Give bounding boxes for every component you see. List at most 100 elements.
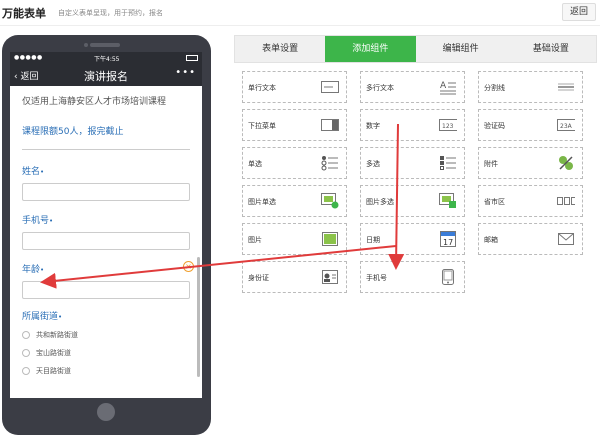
component-label: 图片单选	[248, 198, 276, 206]
radio-circle-icon	[22, 349, 30, 357]
component-label: 多行文本	[366, 84, 394, 92]
divider-icon	[557, 79, 575, 95]
component-image-checkbox[interactable]: 图片多选	[360, 185, 465, 217]
field-label-street: 所属街道•	[22, 309, 190, 322]
required-mark: •	[49, 217, 54, 225]
component-label: 单选	[248, 160, 262, 168]
radio-option[interactable]: 宝山路街道	[22, 348, 190, 358]
captcha-icon: 23A	[557, 117, 575, 133]
phone-nav-bar: ‹ 返回 演讲报名 •••	[10, 64, 202, 86]
component-dropdown[interactable]: 下拉菜单	[242, 109, 347, 141]
image-icon	[321, 231, 339, 247]
form-intro: 仅适用上海静安区人才市场培训课程	[22, 97, 167, 107]
component-label: 附件	[484, 160, 498, 168]
single-line-text-icon	[321, 79, 339, 95]
checkbox-list-icon	[439, 155, 457, 171]
component-label: 日期	[366, 236, 380, 244]
component-label: 多选	[366, 160, 380, 168]
radio-label: 共和新路街道	[36, 331, 78, 339]
required-mark: •	[40, 168, 45, 176]
radio-option[interactable]: 共和新路街道	[22, 330, 190, 340]
component-region[interactable]: 省市区	[478, 185, 583, 217]
component-label: 分割线	[484, 84, 505, 92]
number-icon: 123	[439, 117, 457, 133]
field-label-name: 姓名•	[22, 164, 190, 177]
page-subtitle: 自定义表单呈现，用于预约，报名	[58, 9, 163, 17]
top-bar: 万能表单 自定义表单呈现，用于预约，报名 返回	[0, 0, 600, 26]
tab-basic-settings[interactable]: 基础设置	[506, 36, 596, 62]
component-number[interactable]: 数字 123	[360, 109, 465, 141]
component-image[interactable]: 图片	[242, 223, 347, 255]
component-label: 图片多选	[366, 198, 394, 206]
component-multi-line-text[interactable]: 多行文本 A	[360, 71, 465, 103]
calendar-icon: 17	[439, 231, 457, 247]
tab-bar: 表单设置 添加组件 编辑组件 基础设置	[234, 35, 597, 63]
clear-icon[interactable]: ×	[183, 261, 194, 272]
component-label: 单行文本	[248, 84, 276, 92]
required-mark: •	[58, 313, 63, 321]
phone-preview: ●●●●● 下午4:55 ‹ 返回 演讲报名 ••• 仅适用上海静安区人才市场培…	[2, 35, 211, 435]
component-radio[interactable]: 单选	[242, 147, 347, 179]
component-label: 身份证	[248, 274, 269, 282]
image-checkbox-icon	[439, 193, 457, 209]
component-image-radio[interactable]: 图片单选	[242, 185, 347, 217]
scrollbar[interactable]	[197, 257, 200, 377]
tab-form-settings[interactable]: 表单设置	[235, 36, 325, 62]
battery-icon	[186, 55, 198, 61]
status-time: 下午4:55	[94, 56, 120, 63]
name-input[interactable]	[22, 183, 190, 201]
dropdown-icon	[321, 117, 339, 133]
component-label: 验证码	[484, 122, 505, 130]
radio-option[interactable]: 天目路街道	[22, 366, 190, 376]
required-mark: •	[40, 266, 45, 274]
component-label: 下拉菜单	[248, 122, 276, 130]
svg-text:A: A	[440, 81, 447, 91]
component-single-line-text[interactable]: 单行文本	[242, 71, 347, 103]
component-label: 省市区	[484, 198, 505, 206]
number-glyph: 123	[442, 123, 454, 130]
age-input[interactable]	[22, 281, 190, 299]
component-date[interactable]: 日期 17	[360, 223, 465, 255]
component-label: 图片	[248, 236, 262, 244]
tab-edit-component[interactable]: 编辑组件	[416, 36, 506, 62]
field-label-text: 年龄	[22, 265, 41, 275]
component-divider[interactable]: 分割线	[478, 71, 583, 103]
captcha-glyph: 23A	[560, 123, 573, 130]
component-captcha[interactable]: 验证码 23A	[478, 109, 583, 141]
phone-speaker	[90, 43, 120, 47]
component-label: 手机号	[366, 274, 387, 282]
image-radio-icon	[321, 193, 339, 209]
field-label-text: 姓名	[22, 167, 41, 177]
field-label-age: 年龄•	[22, 262, 190, 275]
radio-label: 宝山路街道	[36, 349, 71, 357]
calendar-glyph: 17	[443, 238, 453, 247]
region-select-icon	[557, 193, 575, 209]
component-label: 数字	[366, 122, 380, 130]
component-email[interactable]: 邮箱	[478, 223, 583, 255]
component-checkbox[interactable]: 多选	[360, 147, 465, 179]
radio-label: 天目路街道	[36, 367, 71, 375]
status-bar: ●●●●● 下午4:55	[10, 52, 202, 64]
component-attachment[interactable]: 附件	[478, 147, 583, 179]
mobile-phone-icon	[439, 269, 457, 285]
phone-camera	[84, 43, 88, 47]
phone-input[interactable]	[22, 232, 190, 250]
field-label-phone: 手机号•	[22, 213, 190, 226]
tab-add-component[interactable]: 添加组件	[325, 36, 416, 62]
component-id-card[interactable]: 身份证	[242, 261, 347, 293]
phone-nav-title: 演讲报名	[84, 70, 128, 83]
field-label-text: 所属街道	[22, 312, 59, 322]
component-mobile[interactable]: 手机号	[360, 261, 465, 293]
field-label-text: 手机号	[22, 216, 50, 226]
form-preview: 仅适用上海静安区人才市场培训课程 课程限额50人，报完截止 姓名• 手机号• ×…	[10, 94, 202, 376]
multi-line-text-icon: A	[439, 79, 457, 95]
id-card-icon	[321, 269, 339, 285]
back-button[interactable]: 返回	[562, 3, 596, 21]
more-icon[interactable]: •••	[175, 67, 196, 78]
mail-icon	[557, 231, 575, 247]
phone-screen: ●●●●● 下午4:55 ‹ 返回 演讲报名 ••• 仅适用上海静安区人才市场培…	[10, 52, 202, 398]
form-limit-note: 课程限额50人，报完截止	[22, 124, 190, 150]
signal-icon: ●●●●●	[14, 54, 43, 61]
attachment-icon	[557, 155, 575, 171]
page-title: 万能表单	[2, 7, 46, 20]
